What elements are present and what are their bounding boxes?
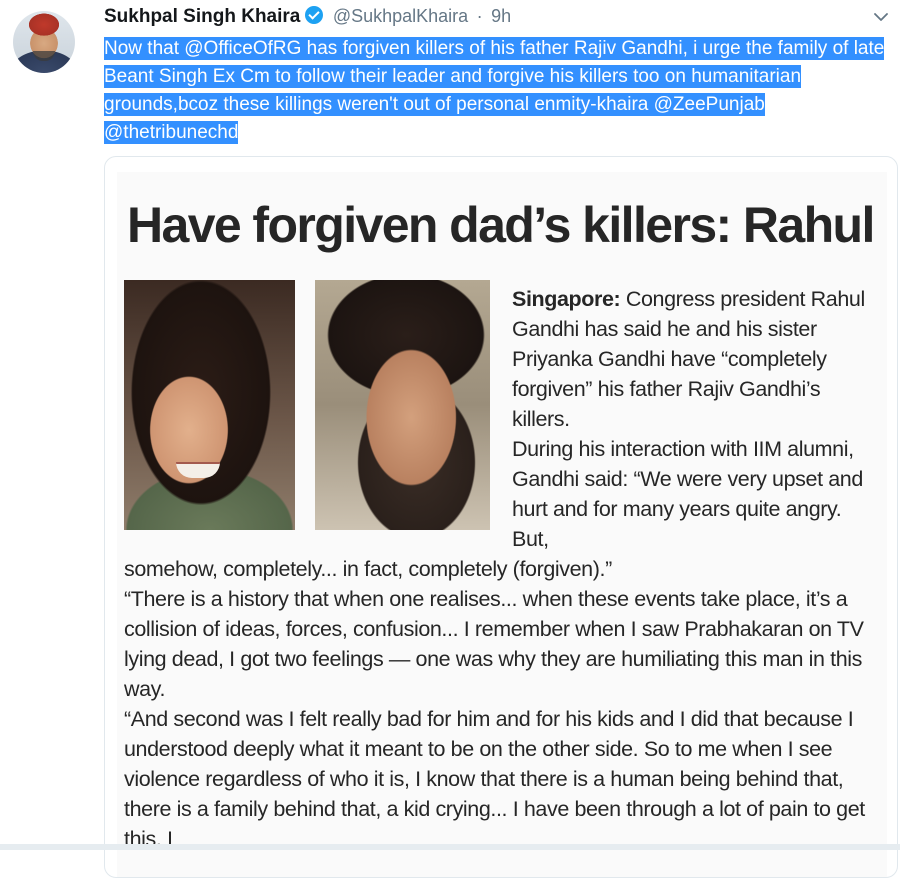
- article-dateline: Singapore:: [512, 287, 621, 311]
- verified-badge-icon: [305, 6, 324, 24]
- selected-tweet-text: Now that @OfficeOfRG has forgiven killer…: [104, 37, 885, 144]
- tweet-timestamp[interactable]: 9h: [491, 6, 511, 26]
- separator-dot: ·: [476, 6, 483, 26]
- author-name[interactable]: Sukhpal Singh Khaira: [104, 6, 300, 27]
- article-paragraph: Singapore: Congress president Rahul Gand…: [512, 284, 882, 434]
- bottom-divider: [0, 844, 900, 850]
- article-body: Singapore: Congress president Rahul Gand…: [117, 172, 887, 877]
- article-para-2: During his interaction with IIM alumni, …: [512, 437, 863, 551]
- author-handle[interactable]: @SukhpalKhaira: [333, 6, 468, 26]
- media-card[interactable]: Have forgiven dad’s killers: Rahul Singa…: [104, 156, 898, 878]
- author-avatar[interactable]: [13, 11, 75, 73]
- article-full-width: somehow, completely... in fact, complete…: [124, 554, 884, 854]
- article-para-4: “And second was I felt really bad for hi…: [124, 707, 865, 851]
- chevron-down-icon[interactable]: [874, 10, 888, 24]
- article-para-3: “There is a history that when one realis…: [124, 587, 864, 701]
- article-column: Singapore: Congress president Rahul Gand…: [512, 284, 882, 554]
- tweet-text[interactable]: Now that @OfficeOfRG has forgiven killer…: [104, 35, 889, 147]
- article-para-2-continued: somehow, completely... in fact, complete…: [124, 557, 612, 581]
- newspaper-clipping[interactable]: Have forgiven dad’s killers: Rahul Singa…: [117, 172, 887, 877]
- tweet-header: Sukhpal Singh Khaira @SukhpalKhaira · 9h: [104, 6, 880, 32]
